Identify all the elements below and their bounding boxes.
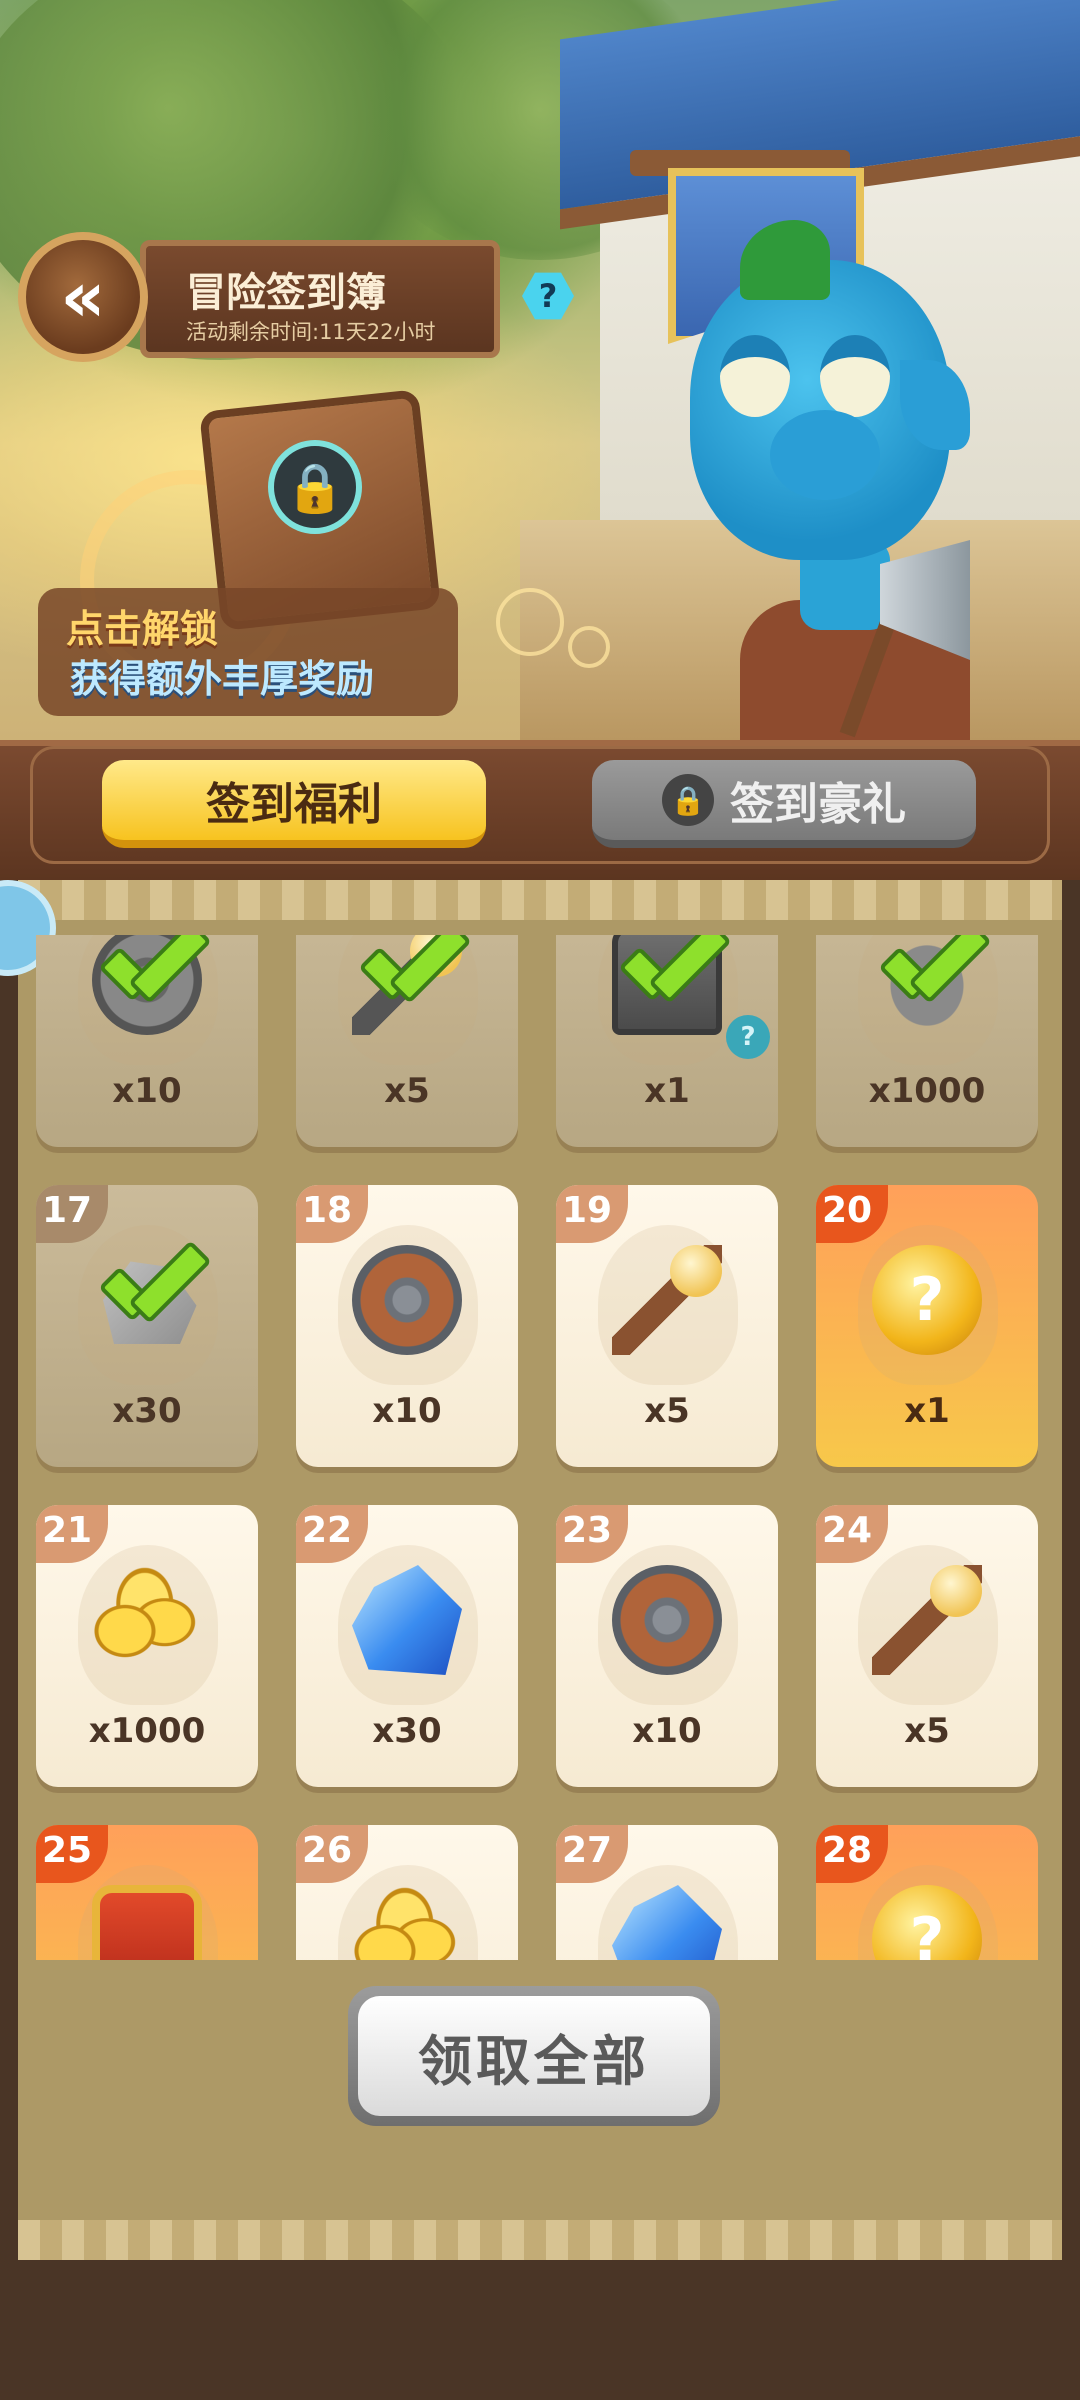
staff-orb-icon <box>670 1245 722 1297</box>
back-arrow-icon: « <box>60 256 106 338</box>
reward-cell[interactable]: x10 <box>36 935 258 1147</box>
reward-cell[interactable]: 23 x10 <box>556 1505 778 1787</box>
day-number: 19 <box>556 1185 628 1243</box>
reward-quantity: x10 <box>112 1071 182 1111</box>
board-border <box>18 2220 1062 2260</box>
day-number: 24 <box>816 1505 888 1563</box>
bubble-decoration <box>568 626 610 668</box>
shield-icon <box>612 1565 722 1675</box>
board-border <box>18 880 1062 920</box>
coins-icon <box>352 1885 462 1960</box>
reward-cell[interactable]: 26 <box>296 1825 518 1960</box>
unlock-promo-line2: 获得额外丰厚奖励 <box>70 657 375 701</box>
claim-all-label: 领取全部 <box>358 1996 710 2116</box>
reward-quantity: x1000 <box>88 1711 206 1751</box>
hero-banner: 🔒 点击解锁 获得额外丰厚奖励 <box>0 0 1080 740</box>
reward-cell[interactable]: 19 x5 <box>556 1185 778 1467</box>
reward-quantity: x5 <box>644 1391 690 1431</box>
day-number: 25 <box>36 1825 108 1883</box>
day-number: 27 <box>556 1825 628 1883</box>
staff-icon <box>872 1565 982 1675</box>
back-button[interactable]: « <box>18 232 148 362</box>
unlock-promo-line1: 点击解锁 <box>66 607 219 651</box>
page-title: 冒险签到簿 <box>186 270 386 316</box>
treasure-icon <box>92 1885 202 1960</box>
day-number: 28 <box>816 1825 888 1883</box>
checkmark-icon <box>616 937 716 1007</box>
reward-quantity: x1 <box>644 1071 690 1111</box>
day-number: 18 <box>296 1185 368 1243</box>
staff-orb-icon <box>930 1565 982 1617</box>
reward-quantity: x1000 <box>868 1071 986 1111</box>
lock-icon: 🔒 <box>268 440 362 534</box>
reward-quantity: x10 <box>632 1711 702 1751</box>
checkmark-icon <box>356 937 456 1007</box>
tab-label: 签到福利 <box>206 779 382 830</box>
reward-quantity: x5 <box>904 1711 950 1751</box>
bottom-area <box>0 2260 1080 2400</box>
day-number: 22 <box>296 1505 368 1563</box>
reward-cell[interactable]: 18 x10 <box>296 1185 518 1467</box>
reward-quantity: x10 <box>372 1391 442 1431</box>
reward-cell[interactable]: 27 <box>556 1825 778 1960</box>
event-remaining-time: 活动剩余时间:11天22小时 <box>186 320 436 344</box>
reward-quantity: x30 <box>372 1711 442 1751</box>
reward-quantity: x5 <box>384 1071 430 1111</box>
reward-cell[interactable]: 21 x1000 <box>36 1505 258 1787</box>
mystery-icon <box>872 1245 982 1355</box>
checkmark-icon <box>876 937 976 1007</box>
day-number: 23 <box>556 1505 628 1563</box>
tab-signin-welfare[interactable]: 签到福利 <box>102 760 486 848</box>
reward-cell[interactable]: 25 <box>36 1825 258 1960</box>
reward-cell[interactable]: 22 x30 <box>296 1505 518 1787</box>
coins-icon <box>92 1565 202 1675</box>
reward-cell[interactable]: 20 x1 <box>816 1185 1038 1467</box>
reward-cell[interactable]: ? x1 <box>556 935 778 1147</box>
item-info-icon[interactable]: ? <box>726 1015 770 1059</box>
tab-label: 签到豪礼 <box>730 779 906 830</box>
claim-all-button[interactable]: 领取全部 <box>348 1986 720 2126</box>
character-nose <box>770 410 880 500</box>
bubble-decoration <box>496 588 564 656</box>
reward-cell[interactable]: 24 x5 <box>816 1505 1038 1787</box>
shield-icon <box>352 1245 462 1355</box>
checkmark-icon <box>96 1257 196 1327</box>
checkmark-icon <box>96 937 196 1007</box>
tab-signin-gift[interactable]: 🔒 签到豪礼 <box>592 760 976 848</box>
reward-cell[interactable]: 17 x30 <box>36 1185 258 1467</box>
day-number: 21 <box>36 1505 108 1563</box>
character-eye <box>720 335 790 417</box>
reward-grid[interactable]: x10 x5? x1 x1000 17 x30 18 x10 19 x5 20 x1 21 x1000 22… <box>18 935 1062 1960</box>
reward-cell[interactable]: x1000 <box>816 935 1038 1147</box>
reward-cell[interactable]: x5 <box>296 935 518 1147</box>
reward-quantity: x1 <box>904 1391 950 1431</box>
character-eye <box>820 335 890 417</box>
day-number: 26 <box>296 1825 368 1883</box>
reward-cell[interactable]: 28 <box>816 1825 1038 1960</box>
title-plate: 冒险签到簿 活动剩余时间:11天22小时 <box>140 240 500 358</box>
day-number: 17 <box>36 1185 108 1243</box>
lock-icon: 🔒 <box>662 774 714 826</box>
day-number: 20 <box>816 1185 888 1243</box>
staff-icon <box>612 1245 722 1355</box>
reward-quantity: x30 <box>112 1391 182 1431</box>
